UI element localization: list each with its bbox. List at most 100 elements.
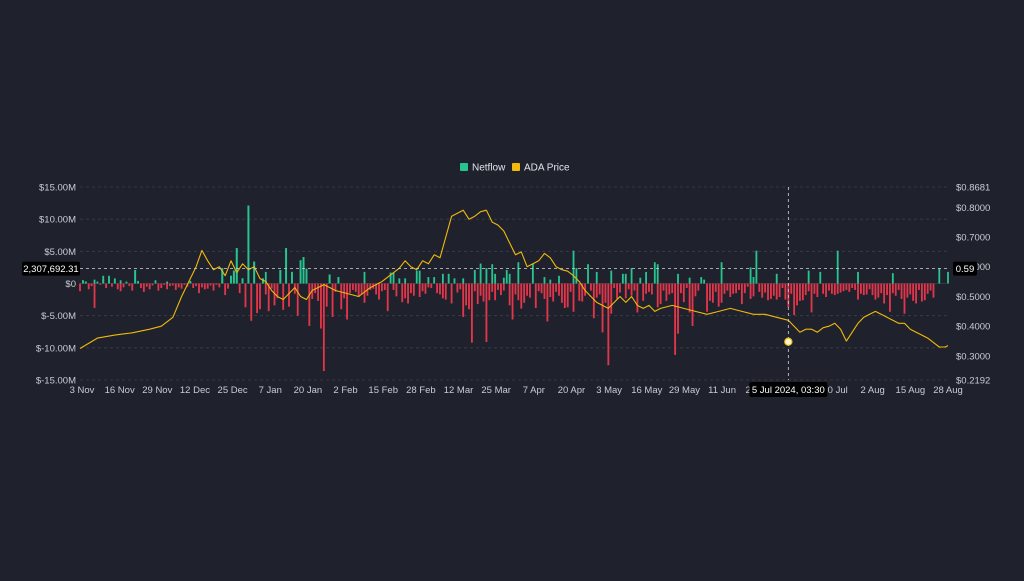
netflow-bar	[502, 283, 505, 291]
legend-swatch[interactable]	[460, 163, 468, 171]
netflow-bar	[354, 283, 357, 292]
netflow-bar	[247, 205, 250, 284]
netflow-bar	[241, 278, 244, 284]
netflow-bar	[392, 272, 395, 284]
netflow-bar	[918, 283, 920, 290]
netflow-bars	[79, 205, 949, 371]
netflow-bar	[859, 283, 862, 294]
netflow-bar	[192, 283, 195, 289]
netflow-bar	[729, 283, 732, 298]
netflow-bar	[427, 277, 430, 284]
netflow-bar	[111, 283, 113, 287]
netflow-bar	[714, 283, 717, 292]
netflow-bar	[180, 283, 183, 289]
legend-swatch[interactable]	[512, 163, 520, 171]
netflow-bar	[590, 283, 592, 291]
x-tick-label: 3 May	[596, 385, 622, 396]
netflow-bar	[349, 283, 351, 294]
netflow-bar	[142, 283, 145, 292]
netflow-bar	[613, 283, 616, 289]
netflow-bar	[726, 283, 729, 291]
x-tick-label: 16 May	[631, 385, 662, 396]
netflow-bar	[912, 283, 915, 301]
crosshair-right-value: 0.59	[956, 264, 975, 275]
netflow-bar	[610, 270, 613, 284]
netflow-bar	[96, 281, 99, 284]
netflow-bar	[909, 283, 912, 295]
netflow-bar	[770, 283, 772, 299]
netflow-bar	[444, 283, 447, 300]
netflow-bar	[886, 283, 888, 296]
netflow-bar	[685, 283, 688, 289]
legend-label[interactable]: Netflow	[472, 163, 506, 174]
netflow-bar	[90, 283, 93, 287]
netflow-bar	[874, 283, 877, 300]
x-tick-label: 28 Feb	[406, 385, 436, 396]
legend[interactable]: Netflow ADA Price	[460, 163, 570, 174]
netflow-bar	[903, 283, 906, 314]
netflow-bar	[531, 263, 534, 284]
x-tick-label: 11 Jun	[708, 385, 736, 396]
netflow-bar	[81, 280, 84, 284]
netflow-bar	[697, 283, 700, 291]
netflow-bar	[653, 262, 656, 284]
netflow-bar	[621, 273, 624, 284]
netflow-bar	[883, 283, 886, 304]
netflow-bar	[619, 283, 621, 293]
netflow-bar	[851, 283, 854, 289]
legend-label[interactable]: ADA Price	[524, 163, 570, 174]
netflow-bar	[215, 283, 218, 285]
netflow-bar	[732, 283, 735, 294]
netflow-bar	[595, 271, 598, 284]
price-line-layer	[79, 209, 949, 349]
netflow-bar	[105, 283, 108, 289]
x-tick-label: 12 Dec	[180, 385, 210, 396]
netflow-bar	[470, 283, 473, 343]
netflow-bar	[607, 283, 610, 366]
netflow-bar	[174, 283, 177, 290]
netflow-bar	[645, 271, 647, 284]
netflow-bar	[137, 280, 139, 284]
netflow-bar	[320, 283, 322, 329]
netflow-bar	[630, 268, 633, 284]
netflow-bar	[93, 279, 96, 284]
netflow-bar	[772, 283, 775, 296]
netflow-bar	[407, 283, 409, 304]
netflow-bar	[929, 283, 932, 291]
netflow-bar	[227, 283, 229, 289]
y-left-tick-label: $15.00M	[39, 183, 76, 194]
netflow-bar	[682, 283, 685, 303]
netflow-bar	[421, 283, 424, 292]
netflow-bar	[383, 283, 386, 290]
netflow-bar	[145, 283, 148, 287]
netflow-bar	[749, 283, 752, 299]
netflow-bar	[401, 283, 404, 303]
x-tick-label: 16 Nov	[105, 385, 135, 396]
netflow-bar	[526, 283, 528, 296]
netflow-bar	[270, 283, 273, 289]
netflow-bar	[296, 283, 299, 316]
netflow-bar	[738, 283, 740, 290]
y-right-tick-label: $0.5000	[956, 292, 990, 303]
netflow-bar	[767, 283, 769, 301]
netflow-bar	[543, 283, 546, 299]
netflow-bar	[253, 261, 256, 284]
netflow-bar	[836, 283, 839, 294]
netflow-bar	[848, 283, 851, 292]
netflow-bar	[743, 283, 746, 294]
netflow-bar	[781, 283, 784, 289]
netflow-bar	[523, 283, 526, 303]
netflow-bar	[656, 283, 659, 308]
netflow-bar	[108, 278, 110, 284]
chart-svg: $15.00M$10.00M$5.00M$0$-5.00M$-10.00M$-1…	[22, 163, 990, 397]
netflow-bar	[343, 283, 346, 299]
netflow-bar	[441, 283, 444, 299]
netflow-bar	[459, 283, 462, 290]
netflow-bar	[508, 273, 511, 284]
netflow-bar	[816, 283, 819, 298]
netflow-bar	[569, 283, 572, 292]
netflow-bar	[250, 283, 253, 321]
netflow-bar	[476, 283, 479, 305]
x-tick-label: 29 May	[669, 385, 700, 396]
netflow-bar	[709, 283, 711, 301]
